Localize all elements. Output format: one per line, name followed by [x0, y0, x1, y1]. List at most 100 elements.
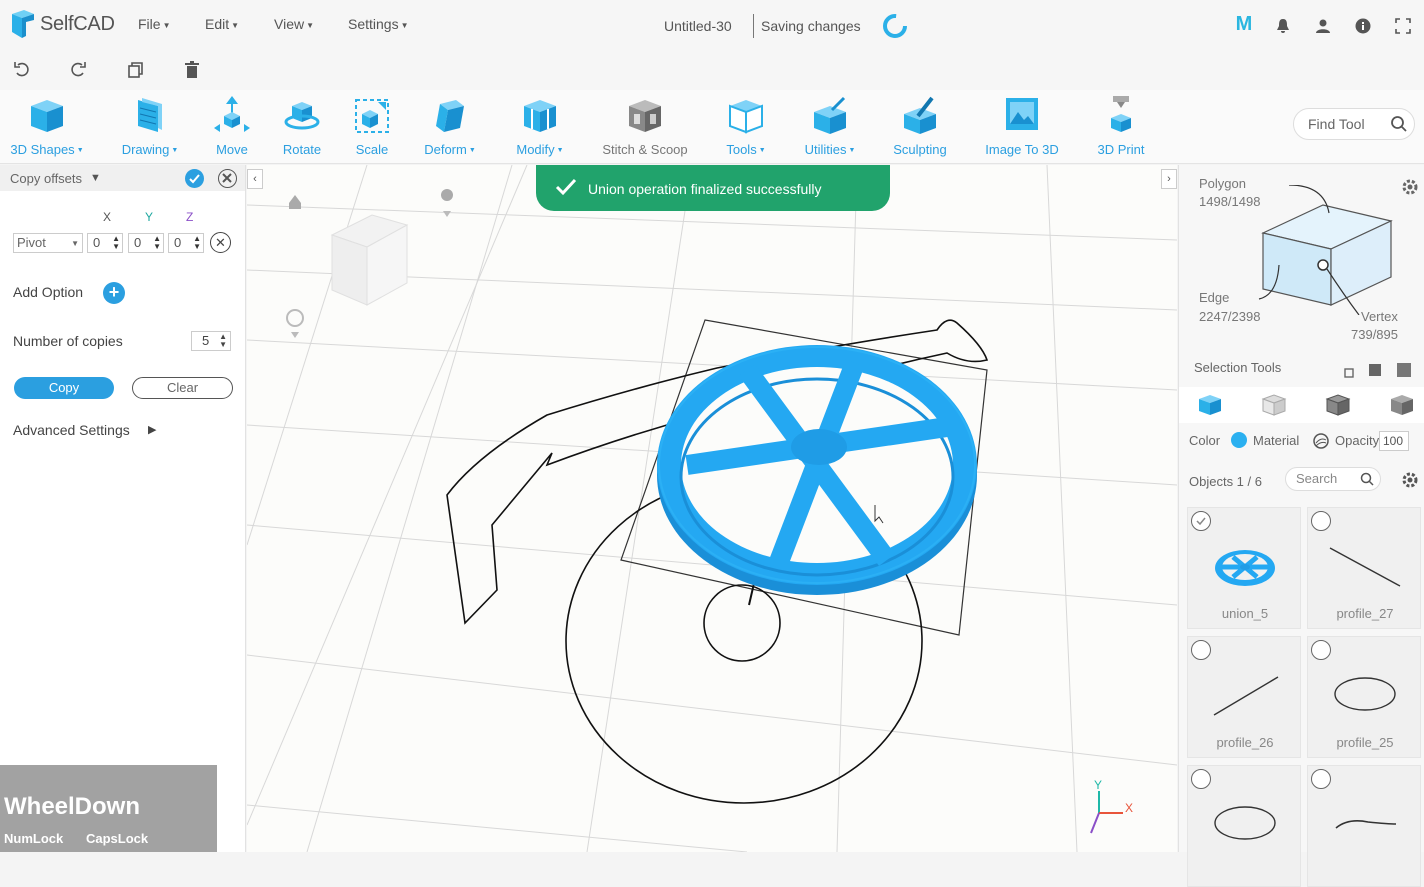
- fullscreen-icon[interactable]: [1393, 16, 1413, 36]
- tool-3d-shapes[interactable]: 3D Shapes ▼: [2, 96, 92, 157]
- menu-edit[interactable]: Edit ▼: [205, 16, 239, 32]
- menu-settings[interactable]: Settings ▼: [348, 16, 409, 32]
- menu-view[interactable]: View ▼: [274, 16, 314, 32]
- document-title[interactable]: Untitled-30: [664, 18, 732, 34]
- object-select-radio[interactable]: [1311, 769, 1331, 789]
- tool-utilities[interactable]: Utilities ▼: [785, 96, 875, 157]
- tool-scale[interactable]: Scale: [327, 96, 417, 157]
- capslock-label: CapsLock: [86, 831, 149, 846]
- object-select-radio[interactable]: [1191, 640, 1211, 660]
- user-icon[interactable]: [1313, 16, 1333, 36]
- camera-icon[interactable]: [286, 309, 304, 338]
- material-label[interactable]: Material: [1253, 433, 1299, 448]
- advanced-settings-toggle[interactable]: Advanced Settings: [13, 422, 130, 438]
- selection-mode-diagram: [1258, 185, 1393, 315]
- chevron-down-icon: ▼: [171, 147, 179, 155]
- clear-button[interactable]: Clear: [132, 377, 233, 399]
- collapse-right-panel-button[interactable]: ›: [1161, 169, 1177, 189]
- tool-deform[interactable]: Deform ▼: [405, 96, 495, 157]
- tool-modify[interactable]: Modify ▼: [495, 96, 585, 157]
- line-thumbnail: [1329, 547, 1401, 587]
- offset-y-input[interactable]: 0 ▲ ▼: [128, 233, 164, 253]
- close-button[interactable]: [218, 169, 237, 188]
- redo-icon[interactable]: [68, 60, 88, 80]
- copies-label: Number of copies: [13, 333, 123, 349]
- object-select-radio[interactable]: [1191, 511, 1211, 531]
- m-brand-icon[interactable]: M: [1234, 13, 1254, 35]
- object-card-profile-25[interactable]: profile_25: [1307, 636, 1421, 758]
- tool-tools[interactable]: Tools ▼: [701, 96, 791, 157]
- tool-stitch-scoop[interactable]: Stitch & Scoop: [600, 96, 690, 157]
- copy-button[interactable]: Copy: [14, 377, 114, 399]
- trash-icon[interactable]: [182, 60, 202, 80]
- tool-3d-print[interactable]: 3D Print: [1076, 96, 1166, 157]
- object-card-6[interactable]: [1307, 765, 1421, 887]
- saving-spinner-icon: [883, 14, 907, 38]
- scene-canvas[interactable]: Y X: [247, 165, 1177, 852]
- chevron-down-icon: ▼: [400, 20, 409, 30]
- material-icon[interactable]: [1313, 433, 1329, 449]
- stepper-icon[interactable]: ▲ ▼: [112, 235, 120, 251]
- object-select-radio[interactable]: [1311, 511, 1331, 531]
- chevron-right-icon: ›: [1167, 173, 1171, 185]
- object-card-5[interactable]: [1187, 765, 1301, 887]
- select-box-icon[interactable]: [1344, 368, 1354, 378]
- undo-icon[interactable]: [12, 60, 32, 80]
- chevron-down-icon: ▼: [231, 20, 240, 30]
- object-select-radio[interactable]: [1191, 769, 1211, 789]
- offset-x-value: 0: [93, 235, 101, 250]
- ellipse-thumbnail: [1214, 806, 1276, 840]
- select-paint-icon[interactable]: [1369, 364, 1381, 376]
- wheel-union-object[interactable]: [657, 345, 977, 595]
- bell-icon[interactable]: [1273, 16, 1293, 36]
- collapse-triangle-icon[interactable]: ▼: [90, 172, 101, 184]
- object-card-union-5[interactable]: union_5: [1187, 507, 1301, 629]
- add-option-button[interactable]: +: [103, 282, 125, 304]
- color-swatch[interactable]: [1231, 432, 1247, 448]
- small-circle-profile[interactable]: [703, 584, 781, 662]
- stepper-icon[interactable]: ▲ ▼: [193, 235, 201, 251]
- home-icon[interactable]: [289, 195, 301, 209]
- object-search-input[interactable]: Search: [1285, 467, 1381, 491]
- offset-y-value: 0: [134, 235, 142, 250]
- copies-input[interactable]: 5 ▲ ▼: [191, 331, 231, 351]
- app-logo[interactable]: SelfCAD: [10, 10, 115, 38]
- close-icon: [222, 173, 232, 183]
- copy-icon[interactable]: [125, 60, 145, 80]
- offset-x-input[interactable]: 0 ▲ ▼: [87, 233, 123, 253]
- offset-z-input[interactable]: 0 ▲ ▼: [168, 233, 204, 253]
- chevron-left-icon: ‹: [253, 173, 257, 185]
- selection-tool-icons[interactable]: [1339, 361, 1419, 379]
- find-tool-input[interactable]: Find Tool: [1293, 108, 1415, 140]
- object-select-radio[interactable]: [1311, 640, 1331, 660]
- tool-move-label: Move: [216, 142, 248, 157]
- remove-offset-button[interactable]: ✕: [210, 232, 231, 253]
- tool-drawing[interactable]: Drawing ▼: [105, 96, 195, 157]
- vertex-mode-icon[interactable]: [1389, 393, 1415, 417]
- object-card-profile-26[interactable]: profile_26: [1187, 636, 1301, 758]
- collapse-left-panel-button[interactable]: ‹: [247, 169, 263, 189]
- info-icon[interactable]: [1353, 16, 1373, 36]
- stepper-icon[interactable]: ▲ ▼: [219, 333, 227, 349]
- edge-mode-icon[interactable]: [1325, 393, 1351, 417]
- confirm-button[interactable]: [185, 169, 204, 188]
- 3d-viewport[interactable]: Y X ‹ › Union operation finalized succes…: [247, 165, 1177, 852]
- view-cube[interactable]: [330, 214, 409, 306]
- menu-file[interactable]: File ▼: [138, 16, 170, 32]
- gear-icon[interactable]: [1401, 178, 1419, 196]
- tool-sculpting[interactable]: Sculpting: [875, 96, 965, 157]
- object-name: profile_27: [1336, 606, 1394, 621]
- select-lasso-icon[interactable]: [1397, 363, 1411, 377]
- utilities-icon: [814, 96, 846, 134]
- pivot-select[interactable]: Pivot ▼: [13, 233, 83, 253]
- tool-3d-print-label: 3D Print: [1097, 142, 1145, 157]
- expand-triangle-icon[interactable]: ▶: [148, 423, 156, 436]
- gear-icon[interactable]: [1401, 471, 1419, 489]
- tool-image-to-3d[interactable]: Image To 3D: [977, 96, 1067, 157]
- face-mode-icon[interactable]: [1261, 393, 1287, 417]
- object-card-profile-27[interactable]: profile_27: [1307, 507, 1421, 629]
- object-mode-icon[interactable]: [1197, 393, 1223, 417]
- opacity-input[interactable]: 100: [1379, 431, 1409, 451]
- rotate-icon: [284, 102, 320, 130]
- stepper-icon[interactable]: ▲ ▼: [153, 235, 161, 251]
